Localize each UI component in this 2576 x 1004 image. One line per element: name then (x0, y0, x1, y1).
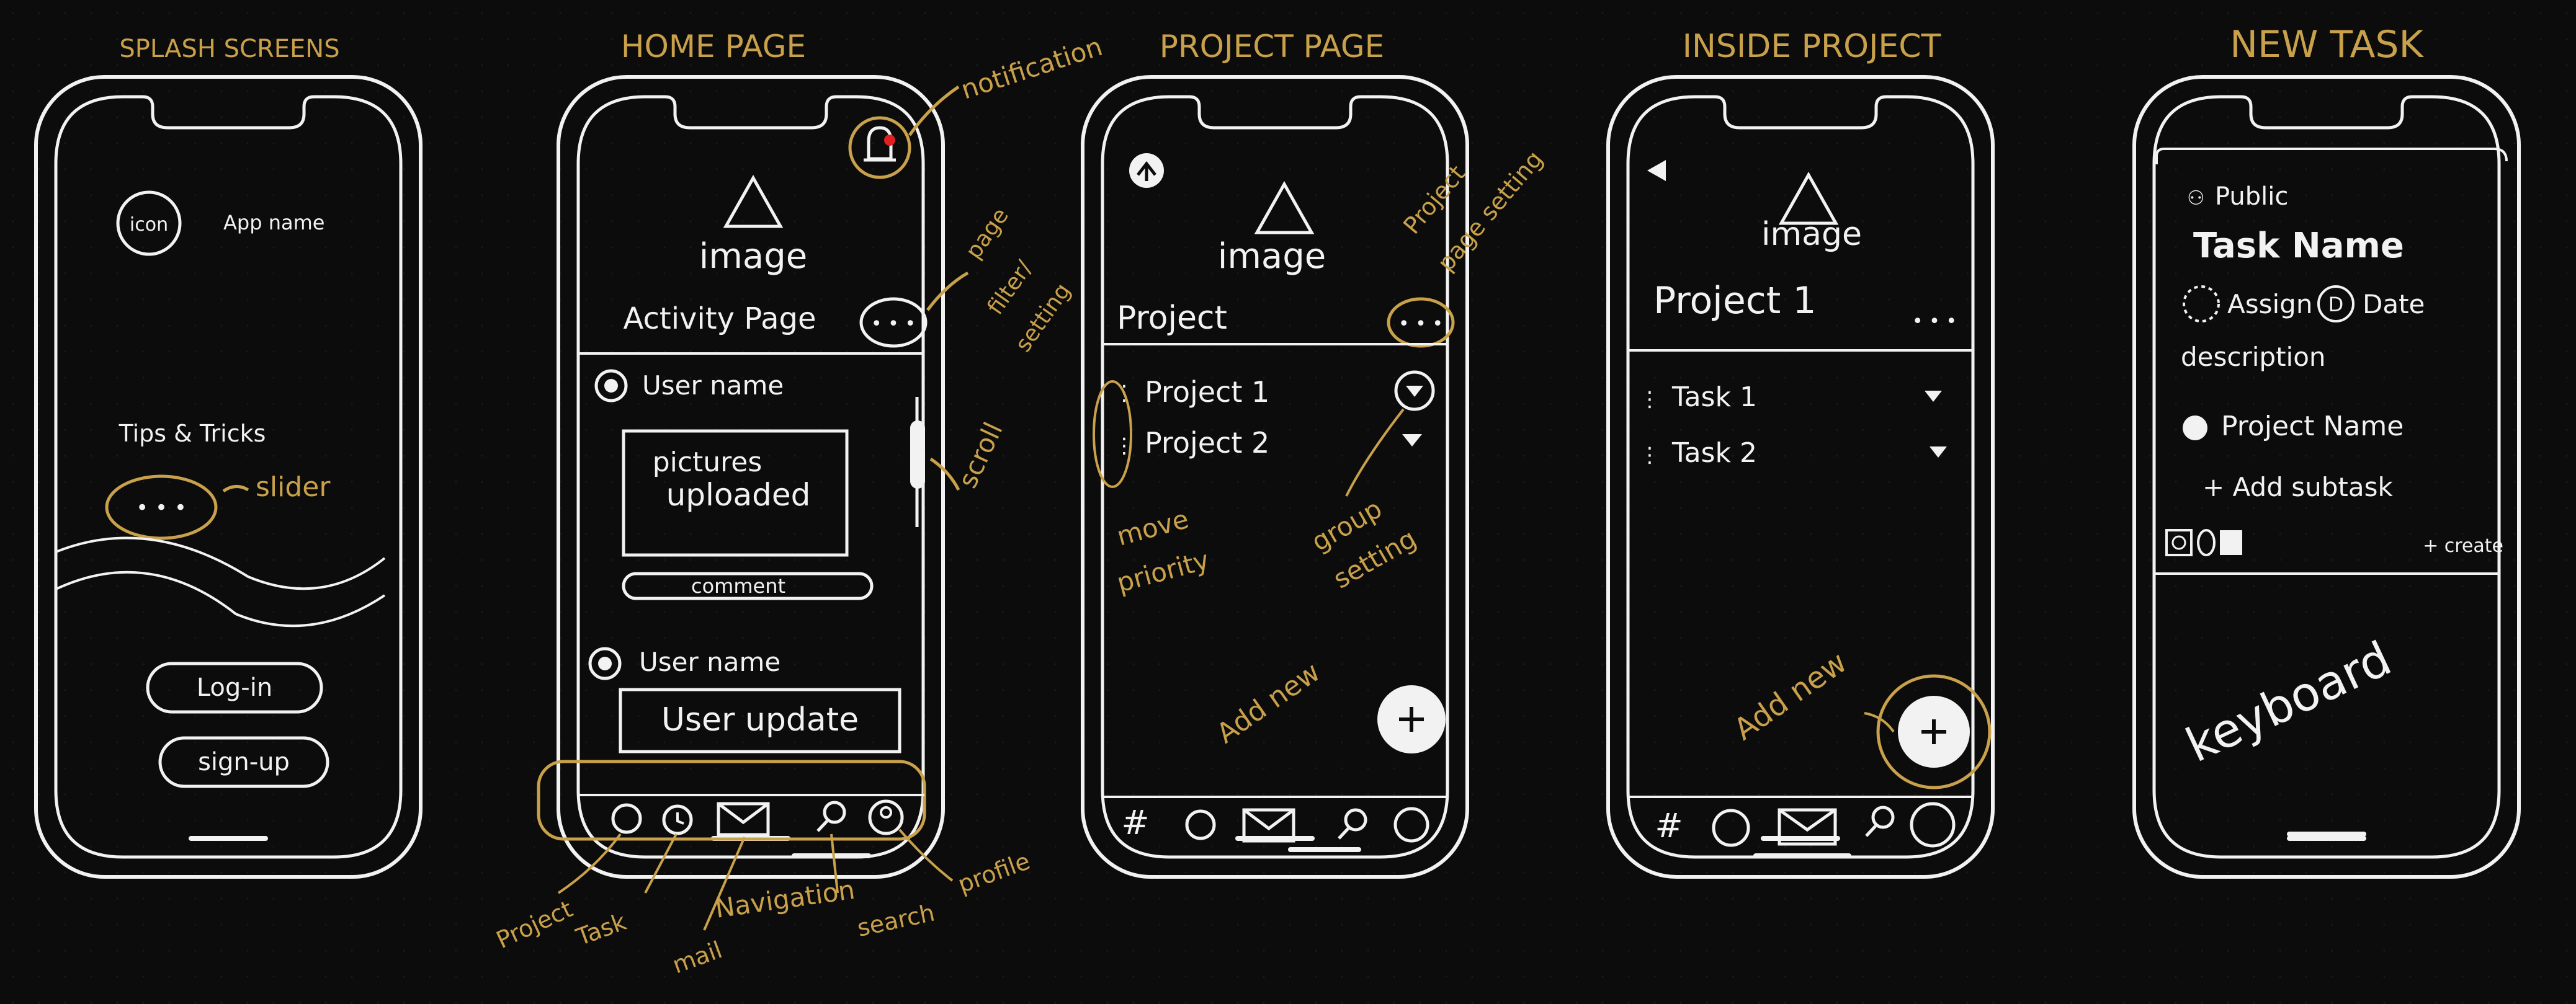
app-icon-label: icon (130, 214, 168, 236)
comment-label: comment (691, 574, 785, 598)
login-label: Log-in (197, 673, 272, 702)
screen-project-page: PROJECT PAGE image Project • • • Project… (1083, 29, 1548, 877)
app-name: App name (223, 211, 324, 234)
screen-title-splash: SPLASH SCREENS (119, 35, 339, 63)
screen-splash: SPLASH SCREENS icon App name Tips & Tric… (36, 35, 421, 877)
add-subtask-button[interactable]: + Add subtask (2203, 472, 2393, 502)
task-clock-icon[interactable] (1712, 809, 1750, 847)
annotation-notification: notification (957, 31, 1106, 105)
attach-image-icon[interactable] (2165, 529, 2193, 556)
annotation-priority: priority (1114, 544, 1212, 598)
slider-dots[interactable]: • • • (136, 495, 187, 520)
annotation-slider: slider (256, 471, 331, 503)
image-label: image (1761, 216, 1862, 253)
post-content-line-2: uploaded (666, 477, 811, 513)
screen-title-project: PROJECT PAGE (1160, 29, 1385, 64)
project-nav-icon[interactable]: # (1121, 803, 1149, 842)
annotation-profile: profile (954, 847, 1034, 898)
task-clock-icon[interactable] (1185, 809, 1216, 840)
post-user-name: User name (642, 370, 784, 401)
post-update-text: User update (661, 701, 859, 739)
attach-file-icon[interactable] (2197, 529, 2216, 556)
chevron-down-icon (1925, 391, 1942, 402)
annotation-page-filter-2: filter/ (983, 255, 1038, 319)
globe-icon: ⚇ (2187, 186, 2205, 210)
annotation-move: move (1114, 504, 1192, 552)
assign-label[interactable]: Assign (2227, 289, 2312, 319)
project-dot-icon (2183, 415, 2207, 440)
screen-title-new-task: NEW TASK (2230, 23, 2424, 66)
chevron-down-icon (1402, 434, 1422, 446)
task-item[interactable]: Task 1 (1671, 381, 1757, 413)
screen-title-inside-project: INSIDE PROJECT (1683, 28, 1941, 65)
page-title: Project 1 (1653, 279, 1817, 322)
more-options-button[interactable]: • • • (1912, 311, 1957, 332)
annotation-project: Project (492, 895, 576, 954)
wireframe-board: SPLASH SCREENS icon App name Tips & Tric… (0, 23, 2576, 979)
profile-icon[interactable] (1393, 807, 1429, 843)
date-label[interactable]: Date (2363, 289, 2425, 319)
keyboard-area[interactable]: keyboard (2178, 631, 2399, 773)
bell-icon[interactable] (864, 126, 896, 162)
annotation-mail: mail (669, 936, 726, 979)
signup-label: sign-up (198, 748, 290, 776)
annotation-task: Task (572, 908, 630, 951)
more-options-button[interactable]: • • • (1398, 313, 1443, 335)
more-options-dots: • • • (871, 313, 916, 335)
create-button[interactable]: + create (2423, 535, 2503, 557)
mail-icon[interactable] (717, 802, 770, 837)
screen-inside-project: INSIDE PROJECT image Project 1 • • • ⋮ T… (1608, 28, 1993, 877)
image-label: image (1218, 236, 1326, 277)
visibility-label[interactable]: Public (2215, 182, 2288, 211)
screen-title-home: HOME PAGE (621, 29, 806, 64)
annotation-search: search (855, 899, 937, 942)
image-placeholder-icon (726, 178, 780, 226)
annotation-add-new: Add new (1211, 656, 1326, 750)
search-icon[interactable] (1871, 806, 1895, 829)
screen-home: HOME PAGE notification image Activity Pa… (492, 29, 1106, 979)
image-label: image (699, 236, 807, 277)
post-user-name: User name (639, 647, 780, 677)
profile-icon[interactable] (1910, 802, 1956, 848)
project-nav-icon[interactable] (611, 803, 642, 834)
tag-icon[interactable] (2220, 530, 2242, 555)
project-item[interactable]: Project 2 (1145, 426, 1269, 460)
wave-line (55, 536, 386, 590)
wave-line (55, 571, 386, 628)
chevron-down-icon (1406, 386, 1423, 397)
back-arrow-icon[interactable] (1647, 160, 1666, 181)
page-title: Activity Page (624, 301, 816, 336)
page-title: Project (1117, 300, 1227, 337)
project-item[interactable]: Project 1 (1145, 375, 1269, 409)
description-field[interactable]: description (2181, 342, 2326, 372)
search-icon[interactable] (823, 801, 846, 824)
drag-handle[interactable]: ⋮ (1639, 387, 1660, 412)
task-item[interactable]: Task 2 (1671, 437, 1757, 469)
annotation-add-new: Add new (1728, 645, 1853, 747)
search-icon[interactable] (1344, 808, 1367, 832)
screen-new-task: NEW TASK ⚇ Public Task Name Assign D Dat… (2134, 23, 2519, 877)
scroll-thumb[interactable] (910, 420, 925, 489)
chevron-down-icon (1930, 446, 1947, 458)
tips-and-tricks: Tips & Tricks (119, 420, 266, 447)
project-name-field[interactable]: Project Name (2221, 411, 2404, 442)
drag-handle[interactable]: ⋮ (1639, 443, 1660, 468)
date-badge: D (2328, 293, 2344, 316)
assign-user-icon[interactable] (2183, 285, 2220, 322)
task-name-field[interactable]: Task Name (2193, 226, 2404, 266)
annotation-page-filter-1: page (961, 203, 1014, 264)
project-nav-icon[interactable]: # (1655, 806, 1683, 845)
annotation-scroll: scroll (952, 417, 1009, 492)
post-content-line-1: pictures (653, 446, 763, 478)
annotation-navigation: Navigation (713, 874, 857, 924)
navigation-highlight (537, 760, 926, 841)
